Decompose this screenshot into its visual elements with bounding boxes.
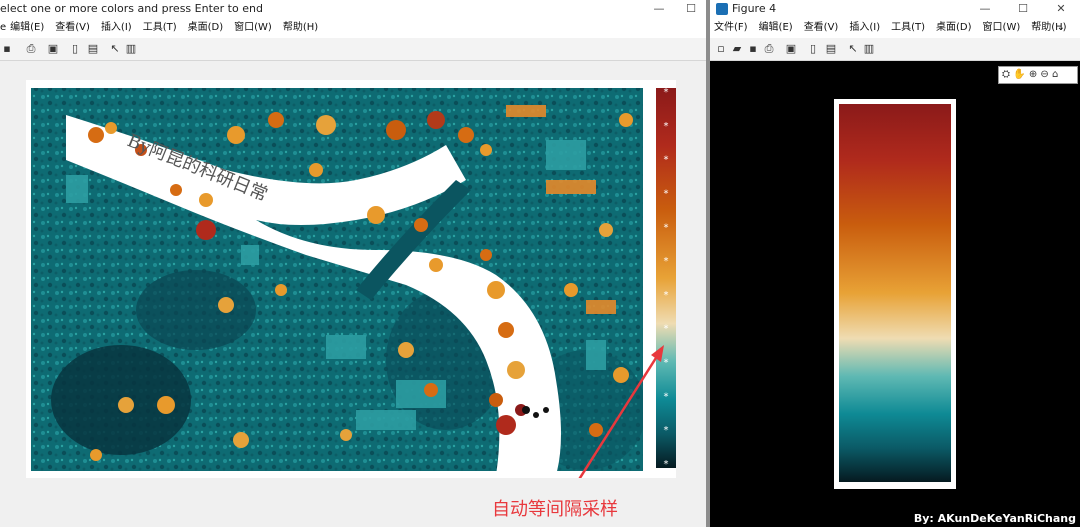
colorbar-sample-marker: *: [664, 391, 669, 402]
legend-icon[interactable]: ▤: [824, 42, 838, 56]
figure-window-4: Figure 4 — ☐ ✕ 文件(F) 编辑(E) 查看(V) 插入(I) 工具(T)…: [710, 0, 1080, 527]
legend-icon[interactable]: ▤: [86, 42, 100, 56]
window-title: elect one or more colors and press Enter…: [0, 2, 263, 15]
brush-icon[interactable]: ⛭: [1002, 69, 1010, 80]
link-plot-icon[interactable]: ▣: [784, 42, 798, 56]
menu-bar: e 编辑(E) 查看(V) 插入(I) 工具(T) 桌面(D) 窗口(W) 帮助(H): [0, 18, 706, 38]
colorbar-sample-marker: *: [664, 222, 669, 233]
menu-item-view[interactable]: 查看(V): [55, 22, 90, 33]
open-icon[interactable]: ▰: [730, 42, 744, 56]
zoom-in-icon[interactable]: ⊕: [1029, 69, 1037, 80]
save-icon[interactable]: ▪: [746, 42, 760, 56]
menu-item-edit[interactable]: 编辑(E): [10, 22, 44, 33]
colorbar-sample-marker: *: [664, 459, 669, 470]
colormap-frame: [834, 99, 956, 489]
menu-item-tools[interactable]: 工具(T): [891, 22, 925, 33]
menu-item-file[interactable]: e: [0, 22, 6, 33]
menu-item-edit[interactable]: 编辑(E): [759, 22, 793, 33]
figure-window-main: elect one or more colors and press Enter…: [0, 0, 706, 527]
maximize-button[interactable]: ☐: [1008, 0, 1038, 18]
pointer-icon[interactable]: ↖: [108, 42, 122, 56]
minimize-button[interactable]: —: [644, 0, 674, 18]
colorbar-icon[interactable]: ▯: [806, 42, 820, 56]
menu-item-insert[interactable]: 插入(I): [101, 22, 132, 33]
plot-area: By阿昆的科研日常 ************ 28027527026526025…: [26, 80, 703, 501]
point-cloud-plot: By阿昆的科研日常 ************ 28027527026526025…: [31, 87, 703, 501]
colorbar-sample-marker: *: [664, 425, 669, 436]
close-icon[interactable]: ✕: [1046, 0, 1076, 18]
colorbar-gradient: [656, 88, 676, 468]
colorbar: ************ 280275270265260255250: [656, 87, 703, 470]
colorbar-sample-marker: *: [664, 87, 669, 98]
colorbar-icon[interactable]: ▯: [68, 42, 82, 56]
matlab-icon: [716, 3, 728, 15]
point-cloud-map: [31, 88, 643, 471]
menu-chevron-icon[interactable]: ⌄: [1057, 18, 1065, 38]
colorbar-sample-marker: *: [664, 188, 669, 199]
menu-item-window[interactable]: 窗口(W): [234, 22, 272, 33]
print-icon[interactable]: ⎙: [24, 42, 38, 56]
colorbar-sample-marker: *: [664, 121, 669, 132]
new-figure-icon[interactable]: ▫: [714, 42, 728, 56]
title-bar-figure4: Figure 4 — ☐ ✕: [710, 0, 1080, 18]
toolbar: ▪ ⎙ ▣ ▯ ▤ ↖ ▥: [0, 38, 706, 61]
minimize-button[interactable]: —: [970, 0, 1000, 18]
pan-icon[interactable]: ✋: [1013, 69, 1025, 80]
colormap-strip: [839, 104, 951, 482]
home-icon[interactable]: ⌂: [1052, 69, 1058, 80]
axes-toolbar: ⛭ ✋ ⊕ ⊖ ⌂: [998, 66, 1078, 84]
credit-text: By: AKunDeKeYanRiChang: [913, 512, 1076, 525]
link-plot-icon[interactable]: ▣: [46, 42, 60, 56]
menu-item-tools[interactable]: 工具(T): [143, 22, 177, 33]
property-inspector-icon[interactable]: ▥: [124, 42, 138, 56]
menu-item-insert[interactable]: 插入(I): [849, 22, 880, 33]
save-icon[interactable]: ▪: [0, 42, 14, 56]
colorbar-sample-marker: *: [664, 324, 669, 335]
annotation-text: 自动等间隔采样: [492, 499, 618, 520]
property-inspector-icon[interactable]: ▥: [862, 42, 876, 56]
menu-item-desktop[interactable]: 桌面(D): [188, 22, 224, 33]
print-icon[interactable]: ⎙: [762, 42, 776, 56]
menu-item-view[interactable]: 查看(V): [804, 22, 839, 33]
colorbar-sample-marker: *: [664, 290, 669, 301]
colorbar-sample-marker: *: [664, 256, 669, 267]
toolbar-figure4: ▫ ▰ ▪ ⎙ ▣ ▯ ▤ ↖ ▥: [710, 38, 1080, 61]
maximize-button[interactable]: ☐: [676, 0, 706, 18]
menu-item-file[interactable]: 文件(F): [714, 22, 748, 33]
title-bar: elect one or more colors and press Enter…: [0, 0, 706, 18]
pointer-icon[interactable]: ↖: [846, 42, 860, 56]
menu-item-desktop[interactable]: 桌面(D): [936, 22, 972, 33]
zoom-out-icon[interactable]: ⊖: [1040, 69, 1048, 80]
menu-bar-figure4: 文件(F) 编辑(E) 查看(V) 插入(I) 工具(T) 桌面(D) 窗口(W) 帮助(H)…: [710, 18, 1080, 38]
window-title-figure4: Figure 4: [732, 2, 777, 15]
menu-item-help[interactable]: 帮助(H): [283, 22, 318, 33]
menu-item-window[interactable]: 窗口(W): [983, 22, 1021, 33]
colorbar-sample-marker: *: [664, 358, 669, 369]
colorbar-sample-marker: *: [664, 155, 669, 166]
